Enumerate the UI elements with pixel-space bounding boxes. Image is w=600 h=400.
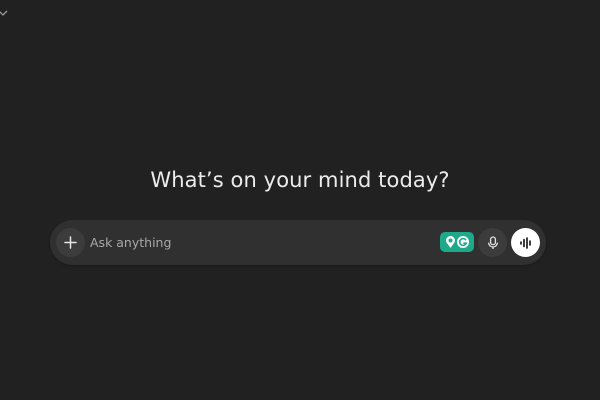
voice-mode-button[interactable] bbox=[511, 228, 540, 257]
plus-icon bbox=[64, 236, 77, 249]
prompt-input[interactable] bbox=[90, 232, 430, 252]
voice-mode-icon bbox=[519, 236, 531, 249]
grammarly-extension-button[interactable] bbox=[440, 232, 474, 252]
page-headline: What’s on your mind today? bbox=[150, 168, 450, 192]
chat-home-page: What’s on your mind today? bbox=[0, 0, 600, 400]
prompt-composer bbox=[50, 220, 546, 265]
microphone-icon bbox=[487, 235, 498, 249]
grammarly-extension-icon bbox=[446, 236, 469, 248]
dictate-button[interactable] bbox=[478, 228, 507, 257]
chevron-down-icon[interactable] bbox=[0, 9, 8, 17]
add-attachment-button[interactable] bbox=[56, 228, 85, 257]
